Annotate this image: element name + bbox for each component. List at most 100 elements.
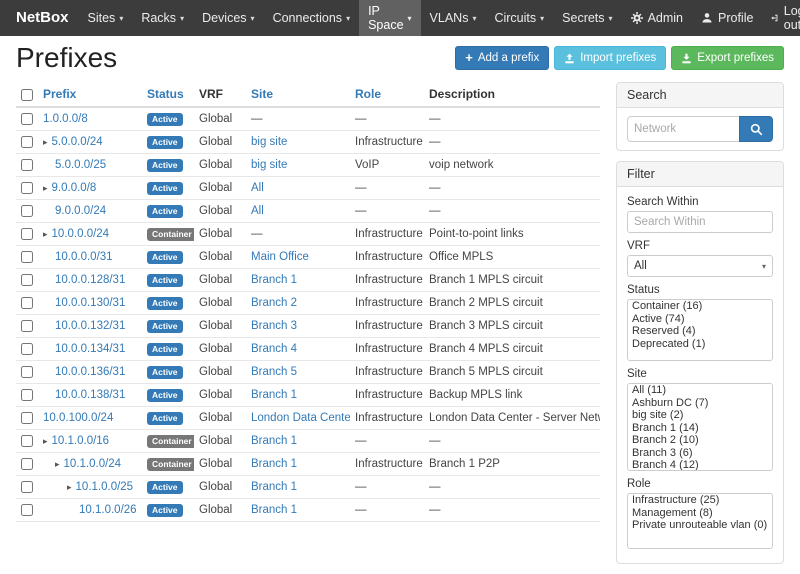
prefix-link[interactable]: 10.0.0.136/31 xyxy=(55,366,125,378)
row-checkbox[interactable] xyxy=(21,205,33,217)
search-within-input[interactable] xyxy=(627,211,773,233)
site-link[interactable]: Branch 1 xyxy=(251,481,297,493)
row-checkbox[interactable] xyxy=(21,274,33,286)
row-checkbox[interactable] xyxy=(21,297,33,309)
site-filter-option[interactable]: Branch 2 (10) xyxy=(628,434,772,447)
site-link[interactable]: Branch 5 xyxy=(251,366,297,378)
column-header-role[interactable]: Role xyxy=(350,82,424,107)
row-checkbox[interactable] xyxy=(21,182,33,194)
site-link[interactable]: big site xyxy=(251,159,287,171)
import-prefixes-button[interactable]: Import prefixes xyxy=(554,46,666,70)
site-link[interactable]: Branch 1 xyxy=(251,504,297,516)
status-filter-option[interactable]: Reserved (4) xyxy=(628,325,772,338)
vrf-select[interactable]: All ▾ xyxy=(627,255,773,277)
row-checkbox[interactable] xyxy=(21,343,33,355)
column-header-site[interactable]: Site xyxy=(246,82,350,107)
role-filter-option[interactable]: Management (8) xyxy=(628,507,772,520)
prefix-link[interactable]: 10.1.0.0/24 xyxy=(64,458,122,470)
search-button[interactable] xyxy=(739,116,773,142)
prefix-link[interactable]: 5.0.0.0/25 xyxy=(55,159,106,171)
prefix-link[interactable]: 10.0.100.0/24 xyxy=(43,412,113,424)
expand-toggle-icon[interactable]: ▸ xyxy=(43,229,48,239)
row-checkbox[interactable] xyxy=(21,113,33,125)
site-link[interactable]: Branch 1 xyxy=(251,458,297,470)
site-filter-listbox[interactable]: All (11)Ashburn DC (7)big site (2)Branch… xyxy=(627,383,773,471)
row-checkbox[interactable] xyxy=(21,389,33,401)
nav-item-racks[interactable]: Racks▾ xyxy=(132,0,193,36)
row-checkbox[interactable] xyxy=(21,458,33,470)
row-checkbox[interactable] xyxy=(21,481,33,493)
nav-logout[interactable]: Log out xyxy=(762,0,800,36)
prefix-link[interactable]: 10.1.0.0/25 xyxy=(76,481,134,493)
prefix-link[interactable]: 9.0.0.0/24 xyxy=(55,205,106,217)
expand-toggle-icon[interactable]: ▸ xyxy=(55,459,60,469)
prefix-link[interactable]: 10.0.0.0/31 xyxy=(55,251,113,263)
prefix-link[interactable]: 10.1.0.0/16 xyxy=(52,435,110,447)
site-link[interactable]: All xyxy=(251,205,264,217)
export-prefixes-button[interactable]: Export prefixes xyxy=(671,46,784,70)
select-all-checkbox[interactable] xyxy=(21,89,33,101)
status-filter-option[interactable]: Active (74) xyxy=(628,313,772,326)
prefix-link[interactable]: 9.0.0.0/8 xyxy=(52,182,97,194)
status-filter-listbox[interactable]: Container (16)Active (74)Reserved (4)Dep… xyxy=(627,299,773,361)
prefix-link[interactable]: 1.0.0.0/8 xyxy=(43,113,88,125)
row-checkbox[interactable] xyxy=(21,412,33,424)
site-link[interactable]: London Data Center xyxy=(251,412,350,424)
brand-logo[interactable]: NetBox xyxy=(6,0,79,36)
status-filter-option[interactable]: Deprecated (1) xyxy=(628,338,772,351)
site-filter-option[interactable]: All (11) xyxy=(628,384,772,397)
add-prefix-button[interactable]: + Add a prefix xyxy=(455,46,549,70)
row-checkbox[interactable] xyxy=(21,435,33,447)
site-link[interactable]: Branch 1 xyxy=(251,274,297,286)
nav-item-secrets[interactable]: Secrets▾ xyxy=(553,0,621,36)
nav-item-sites[interactable]: Sites▾ xyxy=(79,0,133,36)
nav-item-ip-space[interactable]: IP Space▾ xyxy=(359,0,420,36)
row-checkbox[interactable] xyxy=(21,228,33,240)
vrf-selected-value: All xyxy=(634,260,647,272)
status-filter-option[interactable]: Container (16) xyxy=(628,300,772,313)
prefix-link[interactable]: 10.0.0.0/24 xyxy=(52,228,110,240)
site-filter-option[interactable]: Branch 3 (6) xyxy=(628,447,772,460)
site-link[interactable]: Branch 4 xyxy=(251,343,297,355)
site-link[interactable]: All xyxy=(251,182,264,194)
column-header-status[interactable]: Status xyxy=(142,82,194,107)
column-header-prefix[interactable]: Prefix xyxy=(38,82,142,107)
prefix-link[interactable]: 10.0.0.132/31 xyxy=(55,320,125,332)
site-link[interactable]: Main Office xyxy=(251,251,309,263)
row-checkbox[interactable] xyxy=(21,159,33,171)
expand-toggle-icon[interactable]: ▸ xyxy=(43,137,48,147)
prefix-link[interactable]: 5.0.0.0/24 xyxy=(52,136,103,148)
nav-item-vlans[interactable]: VLANs▾ xyxy=(421,0,486,36)
expand-toggle-icon[interactable]: ▸ xyxy=(67,482,72,492)
nav-item-circuits[interactable]: Circuits▾ xyxy=(485,0,553,36)
prefix-link[interactable]: 10.0.0.134/31 xyxy=(55,343,125,355)
site-link[interactable]: Branch 1 xyxy=(251,389,297,401)
expand-toggle-icon[interactable]: ▸ xyxy=(43,183,48,193)
site-filter-option[interactable]: big site (2) xyxy=(628,409,772,422)
nav-item-connections[interactable]: Connections▾ xyxy=(264,0,360,36)
prefix-link[interactable]: 10.0.0.130/31 xyxy=(55,297,125,309)
site-link[interactable]: Branch 2 xyxy=(251,297,297,309)
row-checkbox[interactable] xyxy=(21,320,33,332)
role-filter-option[interactable]: Private unrouteable vlan (0) xyxy=(628,519,772,532)
prefix-link[interactable]: 10.0.0.128/31 xyxy=(55,274,125,286)
nav-profile[interactable]: Profile xyxy=(692,0,762,36)
prefix-link[interactable]: 10.1.0.0/26 xyxy=(79,504,137,516)
row-checkbox[interactable] xyxy=(21,136,33,148)
site-link[interactable]: big site xyxy=(251,136,287,148)
nav-item-devices[interactable]: Devices▾ xyxy=(193,0,263,36)
expand-toggle-icon[interactable]: ▸ xyxy=(43,436,48,446)
role-filter-listbox[interactable]: Infrastructure (25)Management (8)Private… xyxy=(627,493,773,549)
role-filter-option[interactable]: Infrastructure (25) xyxy=(628,494,772,507)
site-filter-option[interactable]: Branch 1 (14) xyxy=(628,422,772,435)
nav-admin[interactable]: Admin xyxy=(622,0,692,36)
site-link[interactable]: Branch 1 xyxy=(251,435,297,447)
row-checkbox[interactable] xyxy=(21,251,33,263)
row-checkbox[interactable] xyxy=(21,504,33,516)
site-filter-option[interactable]: Ashburn DC (7) xyxy=(628,397,772,410)
site-filter-option[interactable]: Branch 4 (12) xyxy=(628,459,772,471)
site-link[interactable]: Branch 3 xyxy=(251,320,297,332)
search-input[interactable] xyxy=(627,116,739,142)
row-checkbox[interactable] xyxy=(21,366,33,378)
prefix-link[interactable]: 10.0.0.138/31 xyxy=(55,389,125,401)
